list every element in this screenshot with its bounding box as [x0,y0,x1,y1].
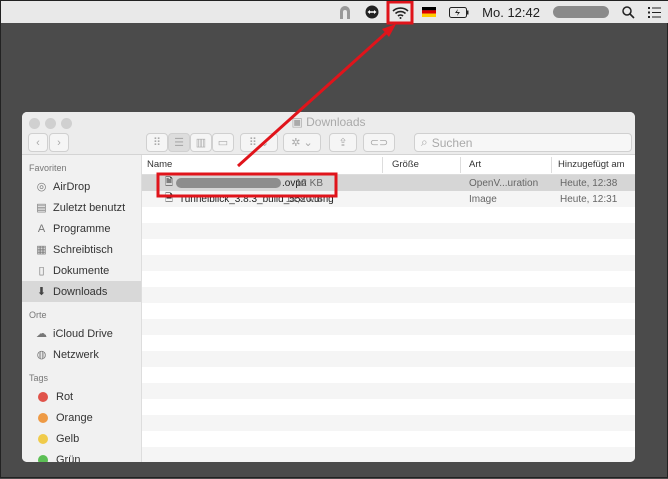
annotation-overlay [156,1,414,198]
annotation-box-file [156,172,338,198]
annotation-arrow [236,30,389,168]
annotation-box-menubar [386,1,414,25]
